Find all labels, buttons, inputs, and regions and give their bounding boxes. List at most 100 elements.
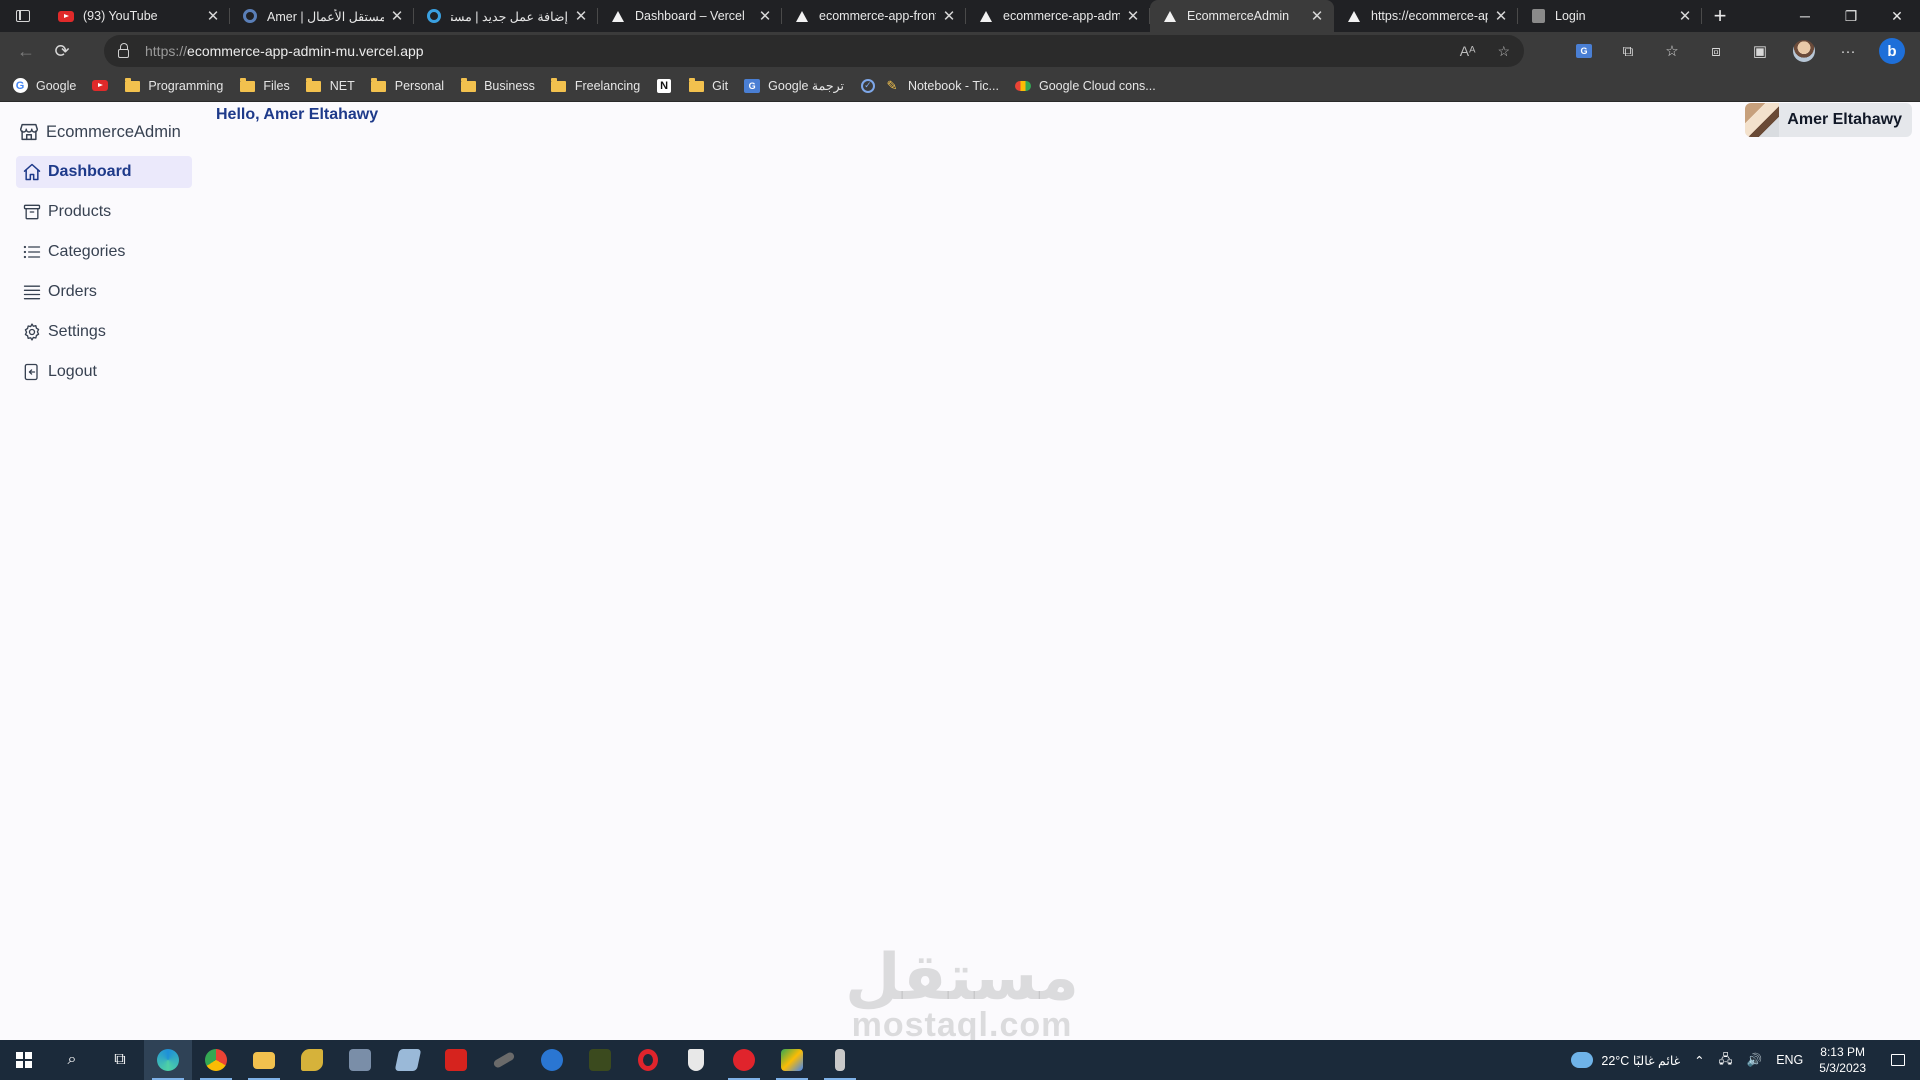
favorites-icon[interactable]: ☆ [1654, 35, 1690, 67]
browser-tab[interactable]: إضافة عمل جديد | مستقل ✕ [414, 0, 598, 32]
taskbar-acrobat[interactable] [432, 1040, 480, 1080]
bookmark-ticktick[interactable]: ✓ [860, 78, 876, 94]
sidebar-item-logout[interactable]: Logout [16, 356, 192, 388]
sidebar-item-label: Orders [48, 283, 97, 300]
taskbar-app[interactable] [288, 1040, 336, 1080]
brand-logo[interactable]: EcommerceAdmin [18, 118, 192, 146]
bookmark-google[interactable]: G Google [12, 78, 76, 94]
split-screen-icon[interactable]: ▣ [1742, 35, 1778, 67]
sidebar-nav: Dashboard Products Categories Orders Set… [16, 156, 192, 388]
restore-icon[interactable]: ❐ [1828, 0, 1874, 32]
weather-icon[interactable] [1571, 1047, 1594, 1068]
taskbar-edge[interactable] [144, 1040, 192, 1080]
opera-icon [638, 1049, 658, 1071]
back-arrow-icon[interactable]: ← [8, 35, 44, 67]
close-icon[interactable]: ✕ [942, 7, 956, 25]
weather-text[interactable]: 22°C غائم غالبًا [1601, 1053, 1680, 1068]
cloud-icon [1014, 78, 1031, 94]
bookmark-folder-freelancing[interactable]: Freelancing [551, 78, 640, 94]
profile-icon[interactable] [1786, 35, 1822, 67]
translate-icon[interactable]: G [1566, 35, 1602, 67]
vercel-icon [978, 8, 994, 24]
close-icon[interactable]: ✕ [390, 7, 404, 25]
notification-center-button[interactable] [1876, 1040, 1920, 1080]
url-scheme: https:// [145, 43, 188, 59]
bing-icon[interactable]: b [1874, 35, 1910, 67]
watermark-domain: mostaql.com [851, 1006, 1073, 1040]
taskbar-file-explorer[interactable] [240, 1040, 288, 1080]
taskbar-app[interactable] [480, 1040, 528, 1080]
close-icon[interactable]: ✕ [1310, 7, 1324, 25]
close-icon[interactable]: ✕ [1678, 7, 1692, 25]
bookmarks-bar: G Google Programming Files NET Personal … [0, 70, 1920, 102]
taskbar-opera[interactable] [624, 1040, 672, 1080]
taskbar-app[interactable] [528, 1040, 576, 1080]
bookmark-notion[interactable]: N [656, 78, 672, 94]
task-view-icon[interactable]: ⧉ [96, 1040, 144, 1080]
browser-tab[interactable]: ecommerce-app-admi ✕ [966, 0, 1150, 32]
close-icon[interactable]: ✕ [206, 7, 220, 25]
bookmark-youtube[interactable] [92, 78, 109, 94]
tab-title: https://ecommerce-ap [1371, 9, 1488, 23]
user-menu[interactable]: Amer Eltahawy [1745, 103, 1912, 137]
sidebar-item-products[interactable]: Products [16, 196, 192, 228]
close-icon[interactable]: ✕ [758, 7, 772, 25]
vercel-icon [1346, 8, 1362, 24]
browser-tab[interactable]: (93) YouTube ✕ [46, 0, 230, 32]
bookmark-folder-net[interactable]: NET [306, 78, 355, 94]
browser-tab-active[interactable]: EcommerceAdmin ✕ [1150, 0, 1334, 32]
search-icon[interactable]: ⌕ [48, 1040, 96, 1080]
bookmark-google-cloud[interactable]: Google Cloud cons... [1014, 78, 1156, 94]
sidebar-item-settings[interactable]: Settings [16, 316, 192, 348]
url-host: ecommerce-app-admin-mu.vercel.app [187, 43, 424, 59]
more-options-icon[interactable]: ··· [1830, 35, 1866, 67]
user-name: Amer Eltahawy [1787, 111, 1902, 128]
sidebar-item-label: Products [48, 203, 112, 220]
taskbar-calculator[interactable] [336, 1040, 384, 1080]
extensions-icon[interactable]: ⧉ [1610, 35, 1646, 67]
sidebar-item-orders[interactable]: Orders [16, 276, 192, 308]
lock-icon[interactable] [118, 42, 129, 58]
language-indicator[interactable]: ENG [1776, 1053, 1803, 1067]
sidebar-item-dashboard[interactable]: Dashboard [16, 156, 192, 188]
bookmark-folder-files[interactable]: Files [239, 78, 290, 94]
bookmark-label: Git [712, 78, 729, 93]
close-icon[interactable]: ✕ [1126, 7, 1140, 25]
start-button[interactable] [0, 1040, 48, 1080]
address-bar[interactable]: https:// ecommerce-app-admin-mu.vercel.a… [104, 35, 1524, 67]
bookmark-folder-personal[interactable]: Personal [371, 78, 444, 94]
clock[interactable]: 8:13 PM 5/3/2023 [1819, 1044, 1866, 1076]
taskbar-app[interactable] [576, 1040, 624, 1080]
browser-tab[interactable]: Dashboard – Vercel ✕ [598, 0, 782, 32]
taskbar-app[interactable] [384, 1040, 432, 1080]
taskbar-chrome[interactable] [192, 1040, 240, 1080]
close-icon[interactable]: ✕ [574, 7, 588, 25]
taskbar-app[interactable] [720, 1040, 768, 1080]
browser-tab[interactable]: https://ecommerce-ap ✕ [1334, 0, 1518, 32]
taskbar-app[interactable] [672, 1040, 720, 1080]
browser-tab[interactable]: Amer | مستقل الأعمال ✕ [230, 0, 414, 32]
bookmark-folder-business[interactable]: Business [460, 78, 535, 94]
browser-tab[interactable]: ecommerce-app-front ✕ [782, 0, 966, 32]
volume-icon[interactable]: 🔊 [1747, 1053, 1763, 1068]
minimize-icon[interactable]: ─ [1782, 0, 1828, 32]
tab-actions-button[interactable] [0, 0, 46, 32]
add-favorite-icon[interactable]: ☆ [1497, 43, 1510, 60]
logout-icon [24, 363, 38, 381]
network-icon[interactable]: 🖧 [1719, 1050, 1733, 1071]
close-window-icon[interactable]: ✕ [1874, 0, 1920, 32]
sidebar-item-categories[interactable]: Categories [16, 236, 192, 268]
browser-tab[interactable]: Login ✕ [1518, 0, 1702, 32]
taskbar-app[interactable] [816, 1040, 864, 1080]
close-icon[interactable]: ✕ [1494, 7, 1508, 25]
bookmark-google-translate[interactable]: G Google ترجمة [744, 78, 844, 94]
read-aloud-icon[interactable]: A͏ᴬ [1460, 43, 1476, 59]
bookmark-notebook[interactable]: ✎ Notebook - Tic... [884, 78, 999, 94]
new-tab-button[interactable]: + [1702, 3, 1738, 29]
collections-icon[interactable]: ⧈ [1698, 35, 1734, 67]
refresh-icon[interactable]: ⟳ [44, 35, 80, 67]
chevron-up-icon[interactable]: ⌃ [1694, 1053, 1704, 1068]
taskbar-app[interactable] [768, 1040, 816, 1080]
bookmark-folder-git[interactable]: Git [688, 78, 728, 94]
bookmark-folder-programming[interactable]: Programming [124, 78, 223, 94]
